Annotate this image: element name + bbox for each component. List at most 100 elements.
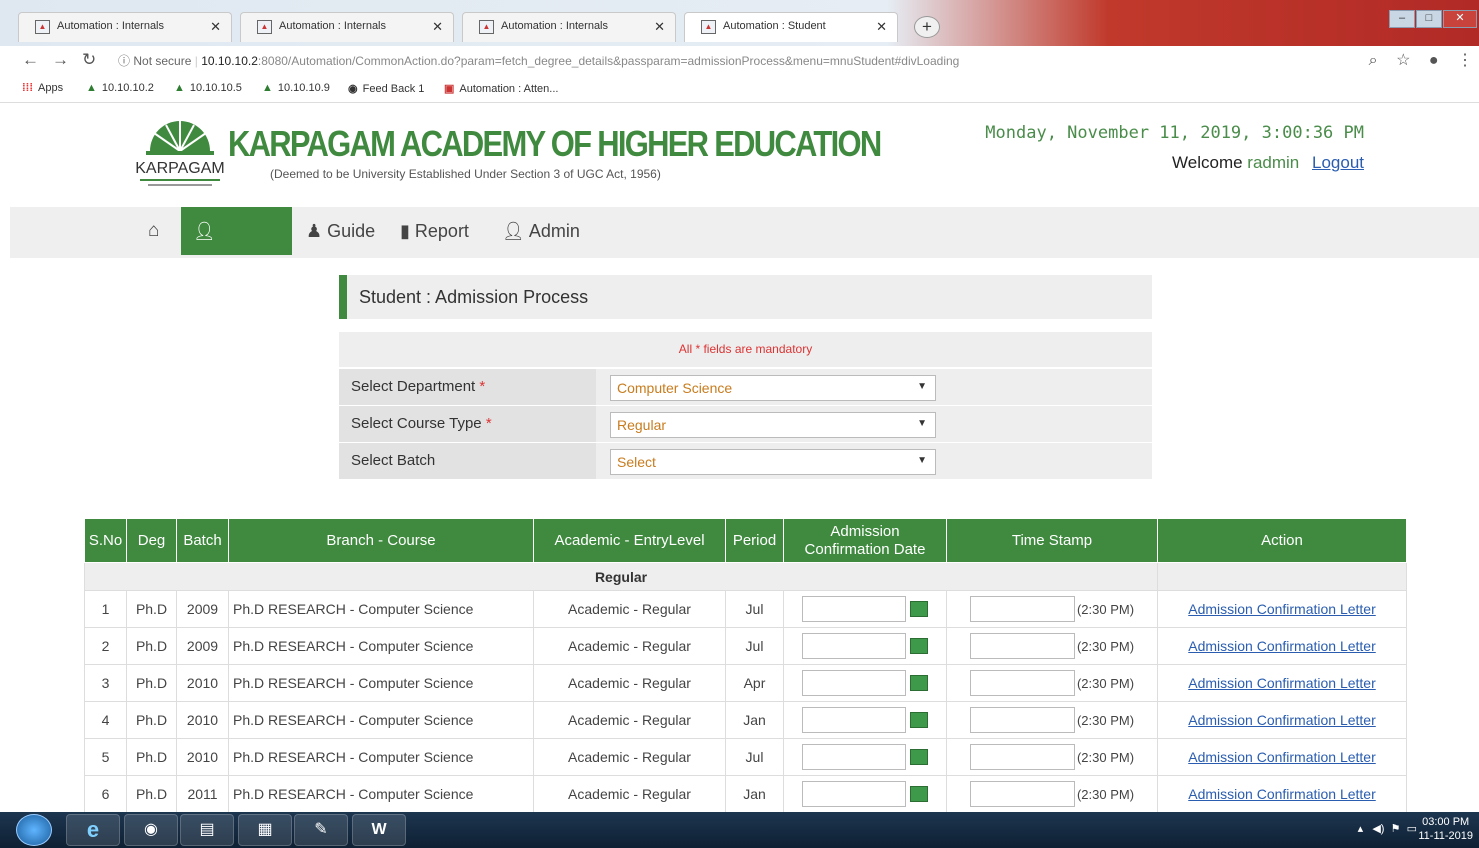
calendar-icon[interactable] bbox=[910, 638, 928, 654]
close-icon[interactable]: ✕ bbox=[654, 19, 665, 35]
new-tab-button[interactable]: + bbox=[914, 16, 940, 38]
more-menu-icon[interactable]: ⋮ bbox=[1457, 52, 1473, 69]
bookmark-item[interactable]: ▣ Automation : Atten... bbox=[444, 82, 558, 95]
page-favicon-icon: ▲ bbox=[257, 20, 272, 34]
admission-letter-link[interactable]: Admission Confirmation Letter bbox=[1188, 749, 1376, 765]
system-clock[interactable]: 03:00 PM 11-11-2019 bbox=[1418, 815, 1473, 843]
home-icon[interactable]: ⌂ bbox=[136, 207, 171, 255]
bookmark-item[interactable]: ▲ 10.10.10.2 bbox=[86, 82, 154, 94]
browser-tab[interactable]: ▲ Automation : Internals ✕ bbox=[18, 12, 232, 42]
admission-letter-link[interactable]: Admission Confirmation Letter bbox=[1188, 712, 1376, 728]
admission-letter-link[interactable]: Admission Confirmation Letter bbox=[1188, 675, 1376, 691]
column-header: Period bbox=[725, 518, 784, 563]
form-row-course-type: Select Course Type * Regular ▼ bbox=[339, 406, 1152, 442]
table-row: 6 Ph.D 2011 Ph.D RESEARCH - Computer Sci… bbox=[84, 775, 1407, 813]
mandatory-note: All * fields are mandatory bbox=[339, 332, 1152, 367]
word-icon[interactable]: W bbox=[352, 814, 406, 846]
volume-icon[interactable]: ◀) bbox=[1372, 823, 1384, 835]
university-logo: KARPAGAM bbox=[134, 111, 226, 195]
tray-arrow-icon[interactable]: ▴ bbox=[1358, 823, 1364, 835]
menu-item-report[interactable]: ▮ Report bbox=[388, 207, 481, 255]
admission-letter-link[interactable]: Admission Confirmation Letter bbox=[1188, 786, 1376, 802]
calendar-icon[interactable] bbox=[910, 786, 928, 802]
confirmation-date-input[interactable] bbox=[802, 670, 906, 696]
window-close-button[interactable]: ✕ bbox=[1443, 10, 1477, 28]
paint-icon[interactable]: ✎ bbox=[294, 814, 348, 846]
cell-batch: 2009 bbox=[176, 627, 229, 665]
timestamp-input[interactable] bbox=[969, 781, 1075, 807]
menu-item-student[interactable]: 👤︎ Student bbox=[181, 207, 292, 289]
maximize-button[interactable]: □ bbox=[1416, 10, 1442, 28]
bookmark-item[interactable]: ▲ 10.10.10.9 bbox=[262, 82, 330, 94]
confirmation-date-input[interactable] bbox=[802, 744, 906, 770]
calendar-icon[interactable] bbox=[910, 675, 928, 691]
course-type-select[interactable]: Regular ▼ bbox=[610, 412, 936, 438]
timestamp-input[interactable] bbox=[969, 744, 1075, 770]
browser-tab[interactable]: ▲ Automation : Internals ✕ bbox=[240, 12, 454, 42]
close-icon[interactable]: ✕ bbox=[210, 19, 221, 35]
cell-sno: 3 bbox=[84, 664, 127, 702]
address-bar: ← → ↻ ⓘ Not secure | 10.10.10.2:8080/Aut… bbox=[0, 46, 1479, 76]
confirmation-date-input[interactable] bbox=[802, 633, 906, 659]
university-subtitle: (Deemed to be University Established Und… bbox=[270, 167, 661, 181]
cell-batch: 2010 bbox=[176, 701, 229, 739]
browser-tab[interactable]: ▲ Automation : Internals ✕ bbox=[462, 12, 676, 42]
cell-sno: 5 bbox=[84, 738, 127, 776]
admission-letter-link[interactable]: Admission Confirmation Letter bbox=[1188, 638, 1376, 654]
cell-period: Jul bbox=[725, 627, 784, 665]
bar-chart-icon: ▮ bbox=[400, 221, 415, 241]
zoom-icon[interactable]: ⌕ bbox=[1369, 52, 1378, 69]
bookmark-star-icon[interactable]: ☆ bbox=[1396, 52, 1410, 69]
timestamp-input[interactable] bbox=[969, 670, 1075, 696]
page-favicon-icon: ▲ bbox=[35, 20, 50, 34]
timestamp-input[interactable] bbox=[969, 633, 1075, 659]
column-header: Deg bbox=[126, 518, 177, 563]
explorer-icon[interactable]: ▤ bbox=[180, 814, 234, 846]
start-button[interactable] bbox=[16, 814, 52, 846]
calendar-icon[interactable] bbox=[910, 601, 928, 617]
reload-icon[interactable]: ↻ bbox=[82, 50, 96, 70]
logout-link[interactable]: Logout bbox=[1312, 153, 1364, 172]
forward-icon[interactable]: → bbox=[52, 50, 69, 70]
column-header: Admission Confirmation Date bbox=[783, 518, 947, 563]
admission-letter-link[interactable]: Admission Confirmation Letter bbox=[1188, 601, 1376, 617]
close-icon[interactable]: ✕ bbox=[876, 19, 887, 35]
table-row: 5 Ph.D 2010 Ph.D RESEARCH - Computer Sci… bbox=[84, 738, 1407, 776]
cell-degree: Ph.D bbox=[126, 590, 177, 628]
calculator-icon[interactable]: ▦ bbox=[238, 814, 292, 846]
dropdown-arrow-icon: ▼ bbox=[917, 418, 927, 429]
minimize-button[interactable]: – bbox=[1389, 10, 1415, 28]
page-favicon-icon: ▲ bbox=[701, 20, 716, 34]
ie-icon[interactable]: e bbox=[66, 814, 120, 846]
cell-confirmation-date bbox=[783, 775, 947, 813]
batch-select[interactable]: Select ▼ bbox=[610, 449, 936, 475]
calendar-icon[interactable] bbox=[910, 712, 928, 728]
calendar-icon[interactable] bbox=[910, 749, 928, 765]
timestamp-input[interactable] bbox=[969, 596, 1075, 622]
menu-item-guide[interactable]: ♟ Guide bbox=[294, 207, 387, 255]
chrome-icon[interactable]: ◉ bbox=[124, 814, 178, 846]
confirmation-date-input[interactable] bbox=[802, 707, 906, 733]
browser-tab-active[interactable]: ▲ Automation : Student ✕ bbox=[684, 12, 898, 42]
info-icon[interactable]: ⓘ bbox=[118, 54, 130, 68]
cell-branch: Ph.D RESEARCH - Computer Science bbox=[228, 701, 534, 739]
confirmation-date-input[interactable] bbox=[802, 781, 906, 807]
department-select[interactable]: Computer Science ▼ bbox=[610, 375, 936, 401]
welcome-area: Welcome radmin Logout bbox=[1172, 153, 1364, 173]
back-icon[interactable]: ← bbox=[22, 50, 39, 70]
cell-entry-level: Academic - Regular bbox=[533, 664, 726, 702]
cell-degree: Ph.D bbox=[126, 627, 177, 665]
confirmation-date-input[interactable] bbox=[802, 596, 906, 622]
profile-icon[interactable]: ● bbox=[1429, 52, 1439, 69]
bookmark-item[interactable]: ◉ Feed Back 1 bbox=[348, 82, 424, 95]
network-icon[interactable]: ▭ bbox=[1407, 823, 1417, 835]
bookmark-item[interactable]: ▲ 10.10.10.5 bbox=[174, 82, 242, 94]
bookmark-apps[interactable]: ⁞⁞⁞ Apps bbox=[22, 82, 63, 94]
bookmark-favicon-icon: ▲ bbox=[174, 82, 185, 94]
flag-icon[interactable]: ⚑ bbox=[1391, 823, 1401, 835]
timestamp-label: (2:30 PM) bbox=[1076, 601, 1135, 617]
timestamp-input[interactable] bbox=[969, 707, 1075, 733]
menu-item-admin[interactable]: 👤︎ Admin bbox=[490, 207, 592, 255]
close-icon[interactable]: ✕ bbox=[432, 19, 443, 35]
url-field[interactable]: ⓘ Not secure | 10.10.10.2:8080/Automatio… bbox=[118, 52, 959, 69]
